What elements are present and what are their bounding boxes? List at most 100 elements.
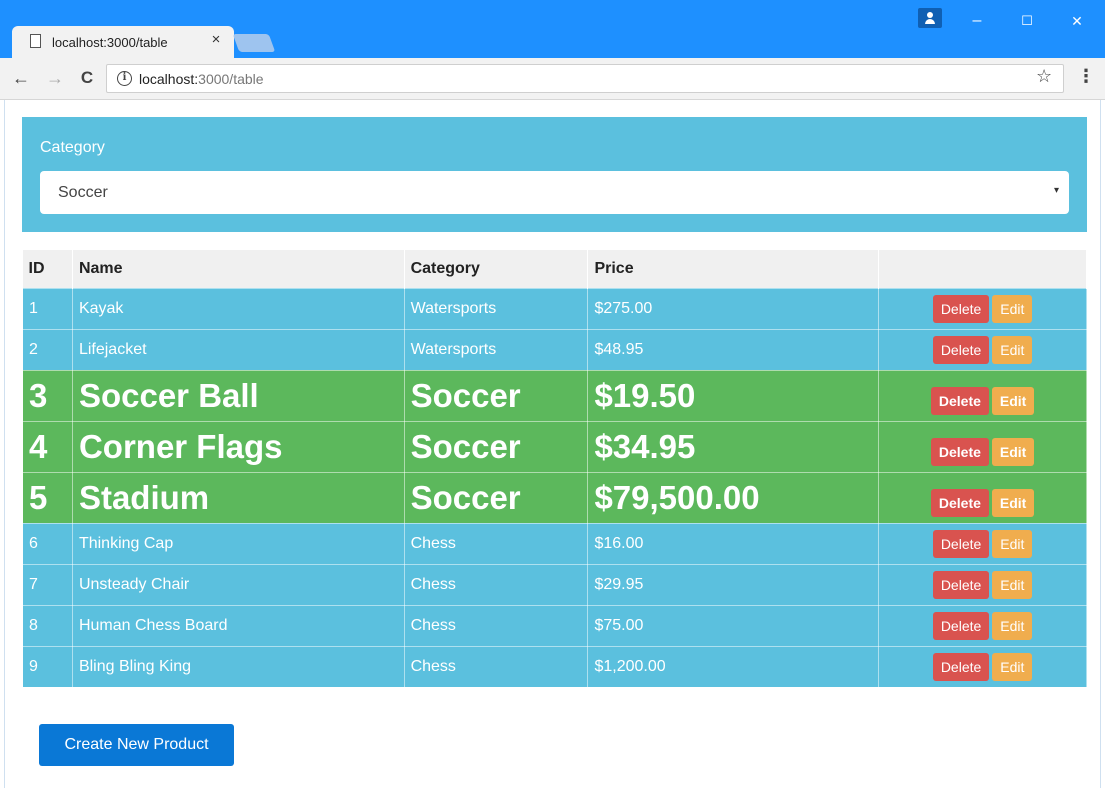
- cell-category: Watersports: [403, 287, 589, 330]
- cell-name: Soccer Ball: [71, 369, 405, 422]
- cell-actions: Delete Edit: [878, 471, 1087, 524]
- account-icon[interactable]: [918, 8, 942, 28]
- delete-button[interactable]: Delete: [932, 570, 990, 599]
- edit-button[interactable]: Edit: [992, 611, 1033, 640]
- cell-category: Chess: [403, 563, 589, 606]
- edit-button[interactable]: Edit: [992, 652, 1033, 681]
- selected-category: Soccer: [58, 184, 108, 201]
- category-filter-panel: Category Soccer ▾: [22, 117, 1087, 232]
- tab-title: localhost:3000/table: [52, 35, 168, 50]
- browser-tab[interactable]: localhost:3000/table ×: [12, 26, 234, 58]
- cell-category: Watersports: [403, 328, 589, 371]
- edit-button[interactable]: Edit: [992, 570, 1033, 599]
- cell-id: 5: [22, 471, 73, 524]
- products-table: ID Name Category Price 1 Kayak Waterspor…: [22, 250, 1087, 688]
- cell-name: Corner Flags: [71, 420, 405, 473]
- delete-button[interactable]: Delete: [930, 387, 989, 415]
- cell-id: 7: [22, 563, 73, 606]
- table-row: 3 Soccer Ball Soccer $19.50 Delete Edit: [22, 369, 1087, 422]
- minimize-icon[interactable]: –: [962, 10, 992, 32]
- cell-category: Chess: [403, 645, 589, 688]
- url-text: localhost:3000/table: [139, 71, 264, 87]
- header-category: Category: [404, 250, 589, 288]
- cell-category: Chess: [403, 604, 589, 647]
- edit-button[interactable]: Edit: [991, 489, 1035, 517]
- info-icon[interactable]: i: [117, 71, 132, 86]
- cell-price: $275.00: [587, 287, 880, 330]
- table-row: 2 Lifejacket Watersports $48.95 Delete Ed…: [22, 328, 1087, 371]
- cell-price: $1,200.00: [587, 645, 880, 688]
- edit-button[interactable]: Edit: [992, 335, 1033, 364]
- cell-id: 4: [22, 420, 73, 473]
- category-select[interactable]: Soccer ▾: [40, 171, 1069, 214]
- cell-price: $79,500.00: [587, 471, 880, 524]
- address-bar[interactable]: i localhost:3000/table: [106, 64, 1064, 93]
- delete-button[interactable]: Delete: [930, 438, 989, 466]
- page-viewport: Category Soccer ▾ ID Name Category Price…: [4, 100, 1101, 788]
- cell-actions: Delete Edit: [878, 563, 1087, 606]
- edit-button[interactable]: Edit: [991, 387, 1035, 415]
- delete-button[interactable]: Delete: [932, 652, 990, 681]
- cell-category: Soccer: [403, 369, 589, 422]
- close-icon[interactable]: ×: [208, 31, 224, 48]
- table-row: 8 Human Chess Board Chess $75.00 Delete E…: [22, 604, 1087, 647]
- cell-name: Bling Bling King: [71, 645, 405, 688]
- cell-id: 2: [22, 328, 73, 371]
- window-close-icon[interactable]: ✕: [1062, 10, 1092, 32]
- delete-button[interactable]: Delete: [932, 529, 990, 558]
- cell-name: Lifejacket: [71, 328, 405, 371]
- category-label: Category: [40, 139, 105, 156]
- cell-price: $19.50: [587, 369, 880, 422]
- cell-category: Soccer: [403, 471, 589, 524]
- cell-name: Kayak: [71, 287, 405, 330]
- cell-name: Thinking Cap: [71, 522, 405, 565]
- cell-price: $16.00: [587, 522, 880, 565]
- forward-icon[interactable]: →: [44, 67, 66, 89]
- cell-id: 1: [22, 287, 73, 330]
- browser-titlebar: localhost:3000/table × – ☐ ✕: [0, 0, 1105, 58]
- edit-button[interactable]: Edit: [992, 294, 1033, 323]
- cell-id: 3: [22, 369, 73, 422]
- back-icon[interactable]: ←: [10, 67, 32, 89]
- cell-price: $34.95: [587, 420, 880, 473]
- edit-button[interactable]: Edit: [992, 529, 1033, 558]
- cell-actions: Delete Edit: [878, 645, 1087, 688]
- cell-name: Unsteady Chair: [71, 563, 405, 606]
- cell-price: $75.00: [587, 604, 880, 647]
- header-name: Name: [72, 250, 405, 288]
- cell-id: 6: [22, 522, 73, 565]
- header-price: Price: [587, 250, 880, 288]
- table-row: 6 Thinking Cap Chess $16.00 Delete Edit: [22, 522, 1087, 565]
- chevron-down-icon: ▾: [1053, 185, 1059, 196]
- cell-price: $29.95: [587, 563, 880, 606]
- delete-button[interactable]: Delete: [932, 294, 990, 323]
- page-icon: [30, 34, 41, 48]
- maximize-icon[interactable]: ☐: [1012, 10, 1042, 32]
- cell-actions: Delete Edit: [878, 287, 1087, 330]
- table-row: 5 Stadium Soccer $79,500.00 Delete Edit: [22, 471, 1087, 524]
- delete-button[interactable]: Delete: [932, 335, 990, 364]
- edit-button[interactable]: Edit: [991, 438, 1035, 466]
- table-row: 4 Corner Flags Soccer $34.95 Delete Edit: [22, 420, 1087, 473]
- cell-actions: Delete Edit: [878, 522, 1087, 565]
- cell-actions: Delete Edit: [878, 328, 1087, 371]
- new-tab-button[interactable]: [232, 34, 276, 52]
- cell-id: 8: [22, 604, 73, 647]
- cell-actions: Delete Edit: [878, 420, 1087, 473]
- delete-button[interactable]: Delete: [932, 611, 990, 640]
- delete-button[interactable]: Delete: [930, 489, 989, 517]
- cell-name: Stadium: [71, 471, 405, 524]
- reload-icon[interactable]: C: [76, 67, 98, 89]
- cell-actions: Delete Edit: [878, 369, 1087, 422]
- bookmark-star-icon[interactable]: ☆: [1036, 66, 1052, 87]
- create-product-button[interactable]: Create New Product: [39, 724, 234, 766]
- browser-toolbar: ← → C i localhost:3000/table: [0, 58, 1105, 100]
- cell-name: Human Chess Board: [71, 604, 405, 647]
- cell-id: 9: [22, 645, 73, 688]
- cell-price: $48.95: [587, 328, 880, 371]
- cell-actions: Delete Edit: [878, 604, 1087, 647]
- table-row: 7 Unsteady Chair Chess $29.95 Delete Edit: [22, 563, 1087, 606]
- table-row: 1 Kayak Watersports $275.00 Delete Edit: [22, 287, 1087, 330]
- menu-icon[interactable]: ⋮: [1077, 66, 1095, 87]
- cell-category: Chess: [403, 522, 589, 565]
